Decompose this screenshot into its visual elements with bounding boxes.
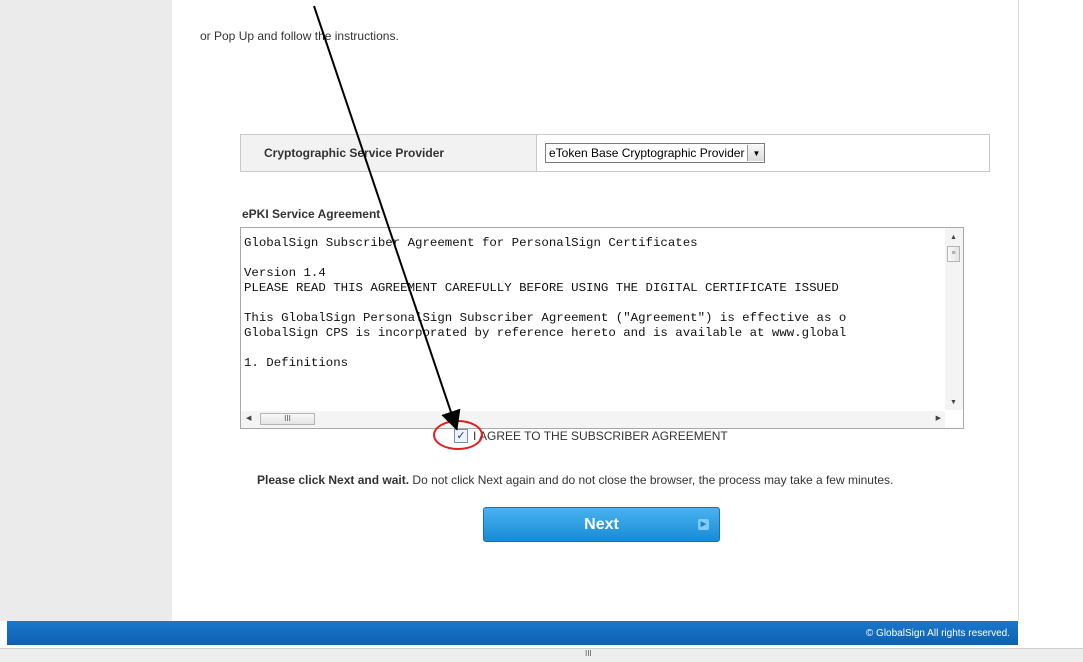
arrow-line (313, 5, 461, 431)
annotation-arrow (313, 5, 461, 431)
